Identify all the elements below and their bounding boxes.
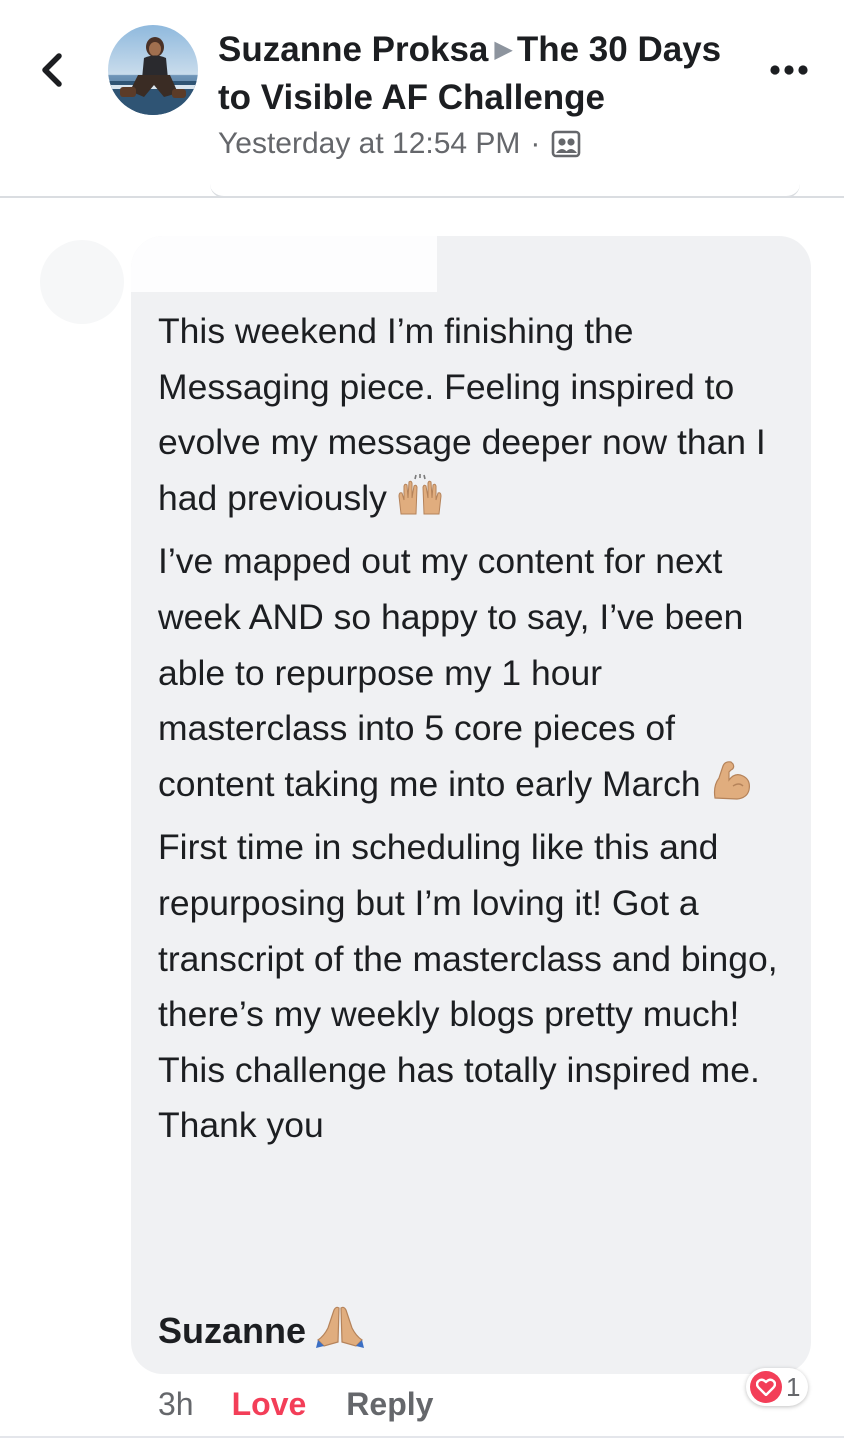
- more-options-button[interactable]: [764, 52, 814, 88]
- post-meta: Yesterday at 12:54 PM ·: [218, 124, 582, 164]
- comment-paragraph: First time in scheduling like this and r…: [158, 827, 778, 1146]
- post-timestamp[interactable]: Yesterday at 12:54 PM: [218, 127, 520, 161]
- avatar-photo: [108, 25, 198, 115]
- comment-paragraph: This weekend I’m finishing the Messaging…: [158, 304, 798, 534]
- commenter-avatar[interactable]: [40, 240, 124, 324]
- group-privacy-icon: [552, 130, 581, 158]
- chevron-left-icon: [42, 53, 62, 87]
- right-arrow-icon: ▶: [494, 36, 513, 63]
- back-button[interactable]: [30, 46, 74, 94]
- mention-tag[interactable]: Suzanne: [158, 1302, 366, 1360]
- post-header: Suzanne Proksa ▶ The 30 Days to Visible AF…: [0, 0, 844, 198]
- divider: [0, 1436, 844, 1438]
- author-name[interactable]: Suzanne Proksa: [218, 30, 488, 69]
- reply-button[interactable]: Reply: [346, 1386, 433, 1423]
- post-title: Suzanne Proksa ▶ The 30 Days to Visible AF…: [218, 26, 748, 122]
- more-dots-icon: [770, 65, 808, 75]
- comment-bubble[interactable]: This weekend I’m finishing the Messaging…: [131, 236, 811, 1374]
- meta-separator: ·: [530, 127, 541, 160]
- comment-text: This weekend I’m finishing the Messaging…: [158, 304, 798, 1154]
- author-avatar[interactable]: [108, 25, 198, 115]
- love-button[interactable]: Love: [232, 1386, 307, 1423]
- comment-paragraph: I’ve mapped out my content for next week…: [158, 534, 798, 820]
- post-card-edge: [210, 184, 800, 198]
- reaction-count: 1: [786, 1371, 801, 1402]
- comment-actions: 3h Love Reply: [158, 1382, 433, 1426]
- raising-hands-icon: [395, 473, 445, 535]
- folded-hands-icon: [314, 1302, 366, 1360]
- commenter-name-redacted: [131, 236, 437, 292]
- reaction-summary[interactable]: 1: [746, 1368, 809, 1406]
- flexed-biceps-icon: [709, 758, 755, 821]
- comment-time[interactable]: 3h: [158, 1386, 194, 1423]
- heart-icon: [750, 1371, 782, 1403]
